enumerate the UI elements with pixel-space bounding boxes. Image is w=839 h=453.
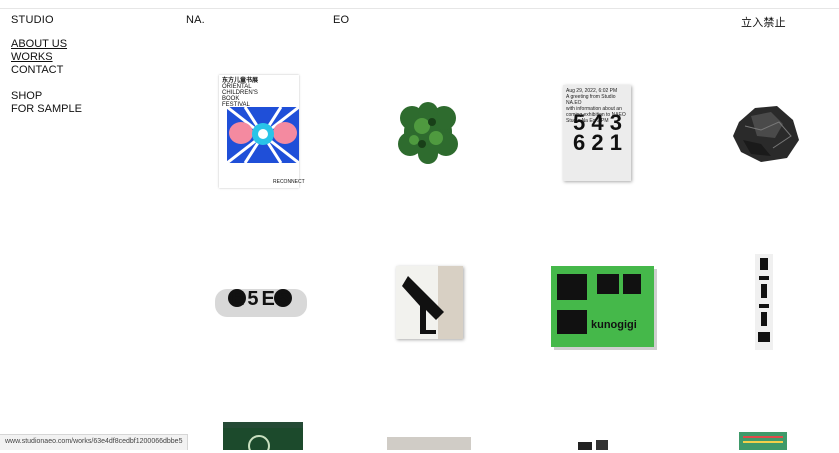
- brand-eo: EO: [333, 14, 350, 26]
- work-tile-dark-sculpture[interactable]: [731, 102, 801, 164]
- poster-footer: RECONNECT: [273, 179, 305, 185]
- work-tile-typographic-poster[interactable]: Aug 29, 2022, 6:02 PM A greeting from St…: [563, 85, 631, 181]
- work-tile-green-sculpture[interactable]: [396, 100, 460, 166]
- black-stroke-art: [402, 266, 463, 339]
- top-divider: [0, 8, 839, 9]
- e5-book-glyphs: E5E5: [231, 288, 292, 310]
- poster-numbers: 5 4 3 6 2 1: [573, 110, 622, 155]
- keep-out-label: 立入禁止: [741, 17, 786, 29]
- poster-sunburst-art: [227, 107, 299, 163]
- brand-studio[interactable]: STUDIO: [11, 14, 54, 26]
- nav-contact[interactable]: CONTACT: [11, 64, 82, 77]
- kunogigi-label: kunogigi: [591, 319, 637, 331]
- work-tile-black-stroke-book[interactable]: [396, 266, 463, 339]
- work-tile-green-book-partial[interactable]: [223, 422, 303, 453]
- brand-na: NA.: [186, 14, 205, 26]
- nav-shop[interactable]: SHOP: [11, 90, 82, 103]
- work-tile-beige-partial[interactable]: [387, 437, 471, 450]
- nav-for-sample[interactable]: FOR SAMPLE: [11, 103, 82, 116]
- work-tile-mint-partial[interactable]: [739, 432, 787, 450]
- mint-partial-art: [743, 436, 783, 443]
- work-tile-dark-partial[interactable]: [578, 440, 618, 450]
- work-tile-e5-book[interactable]: E5E5: [213, 285, 309, 321]
- link-status-bar: www.studionaeo.com/works/63e4df8cedbf120…: [0, 434, 189, 450]
- work-tile-book-festival-poster[interactable]: 东方儿童书展 ORIENTAL CHILDREN'S BOOK FESTIVAL…: [219, 75, 305, 188]
- main-nav: ABOUT US WORKS CONTACT SHOP FOR SAMPLE: [11, 38, 82, 116]
- kunogigi-glyph-art: [557, 274, 641, 334]
- work-tile-kunogigi-book[interactable]: kunogigi: [551, 266, 654, 347]
- work-tile-vertical-strip[interactable]: [755, 254, 773, 350]
- nav-about-us[interactable]: ABOUT US: [11, 38, 82, 51]
- green-book-partial-art: [223, 422, 303, 453]
- nav-works[interactable]: WORKS: [11, 51, 82, 64]
- poster-text-line: A greeting from Studio NA.EO: [566, 94, 616, 106]
